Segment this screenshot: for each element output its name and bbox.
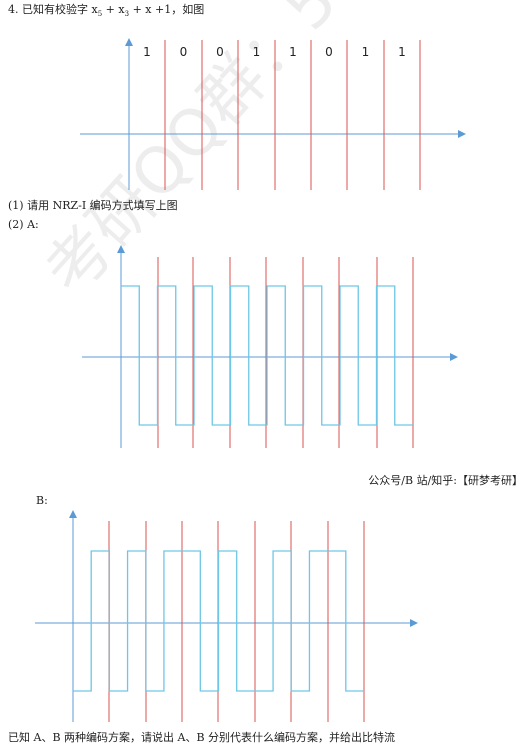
figure-b-waveform [35,510,418,722]
figB-y-axis-arrow [69,510,77,518]
figB-signal-waveform [73,550,364,692]
figB-x-axis-arrow [410,619,418,627]
final-question-text: 已知 A、B 两种编码方案，请说出 A、B 分别代表什么编码方案，并给出比特流 [8,731,396,744]
